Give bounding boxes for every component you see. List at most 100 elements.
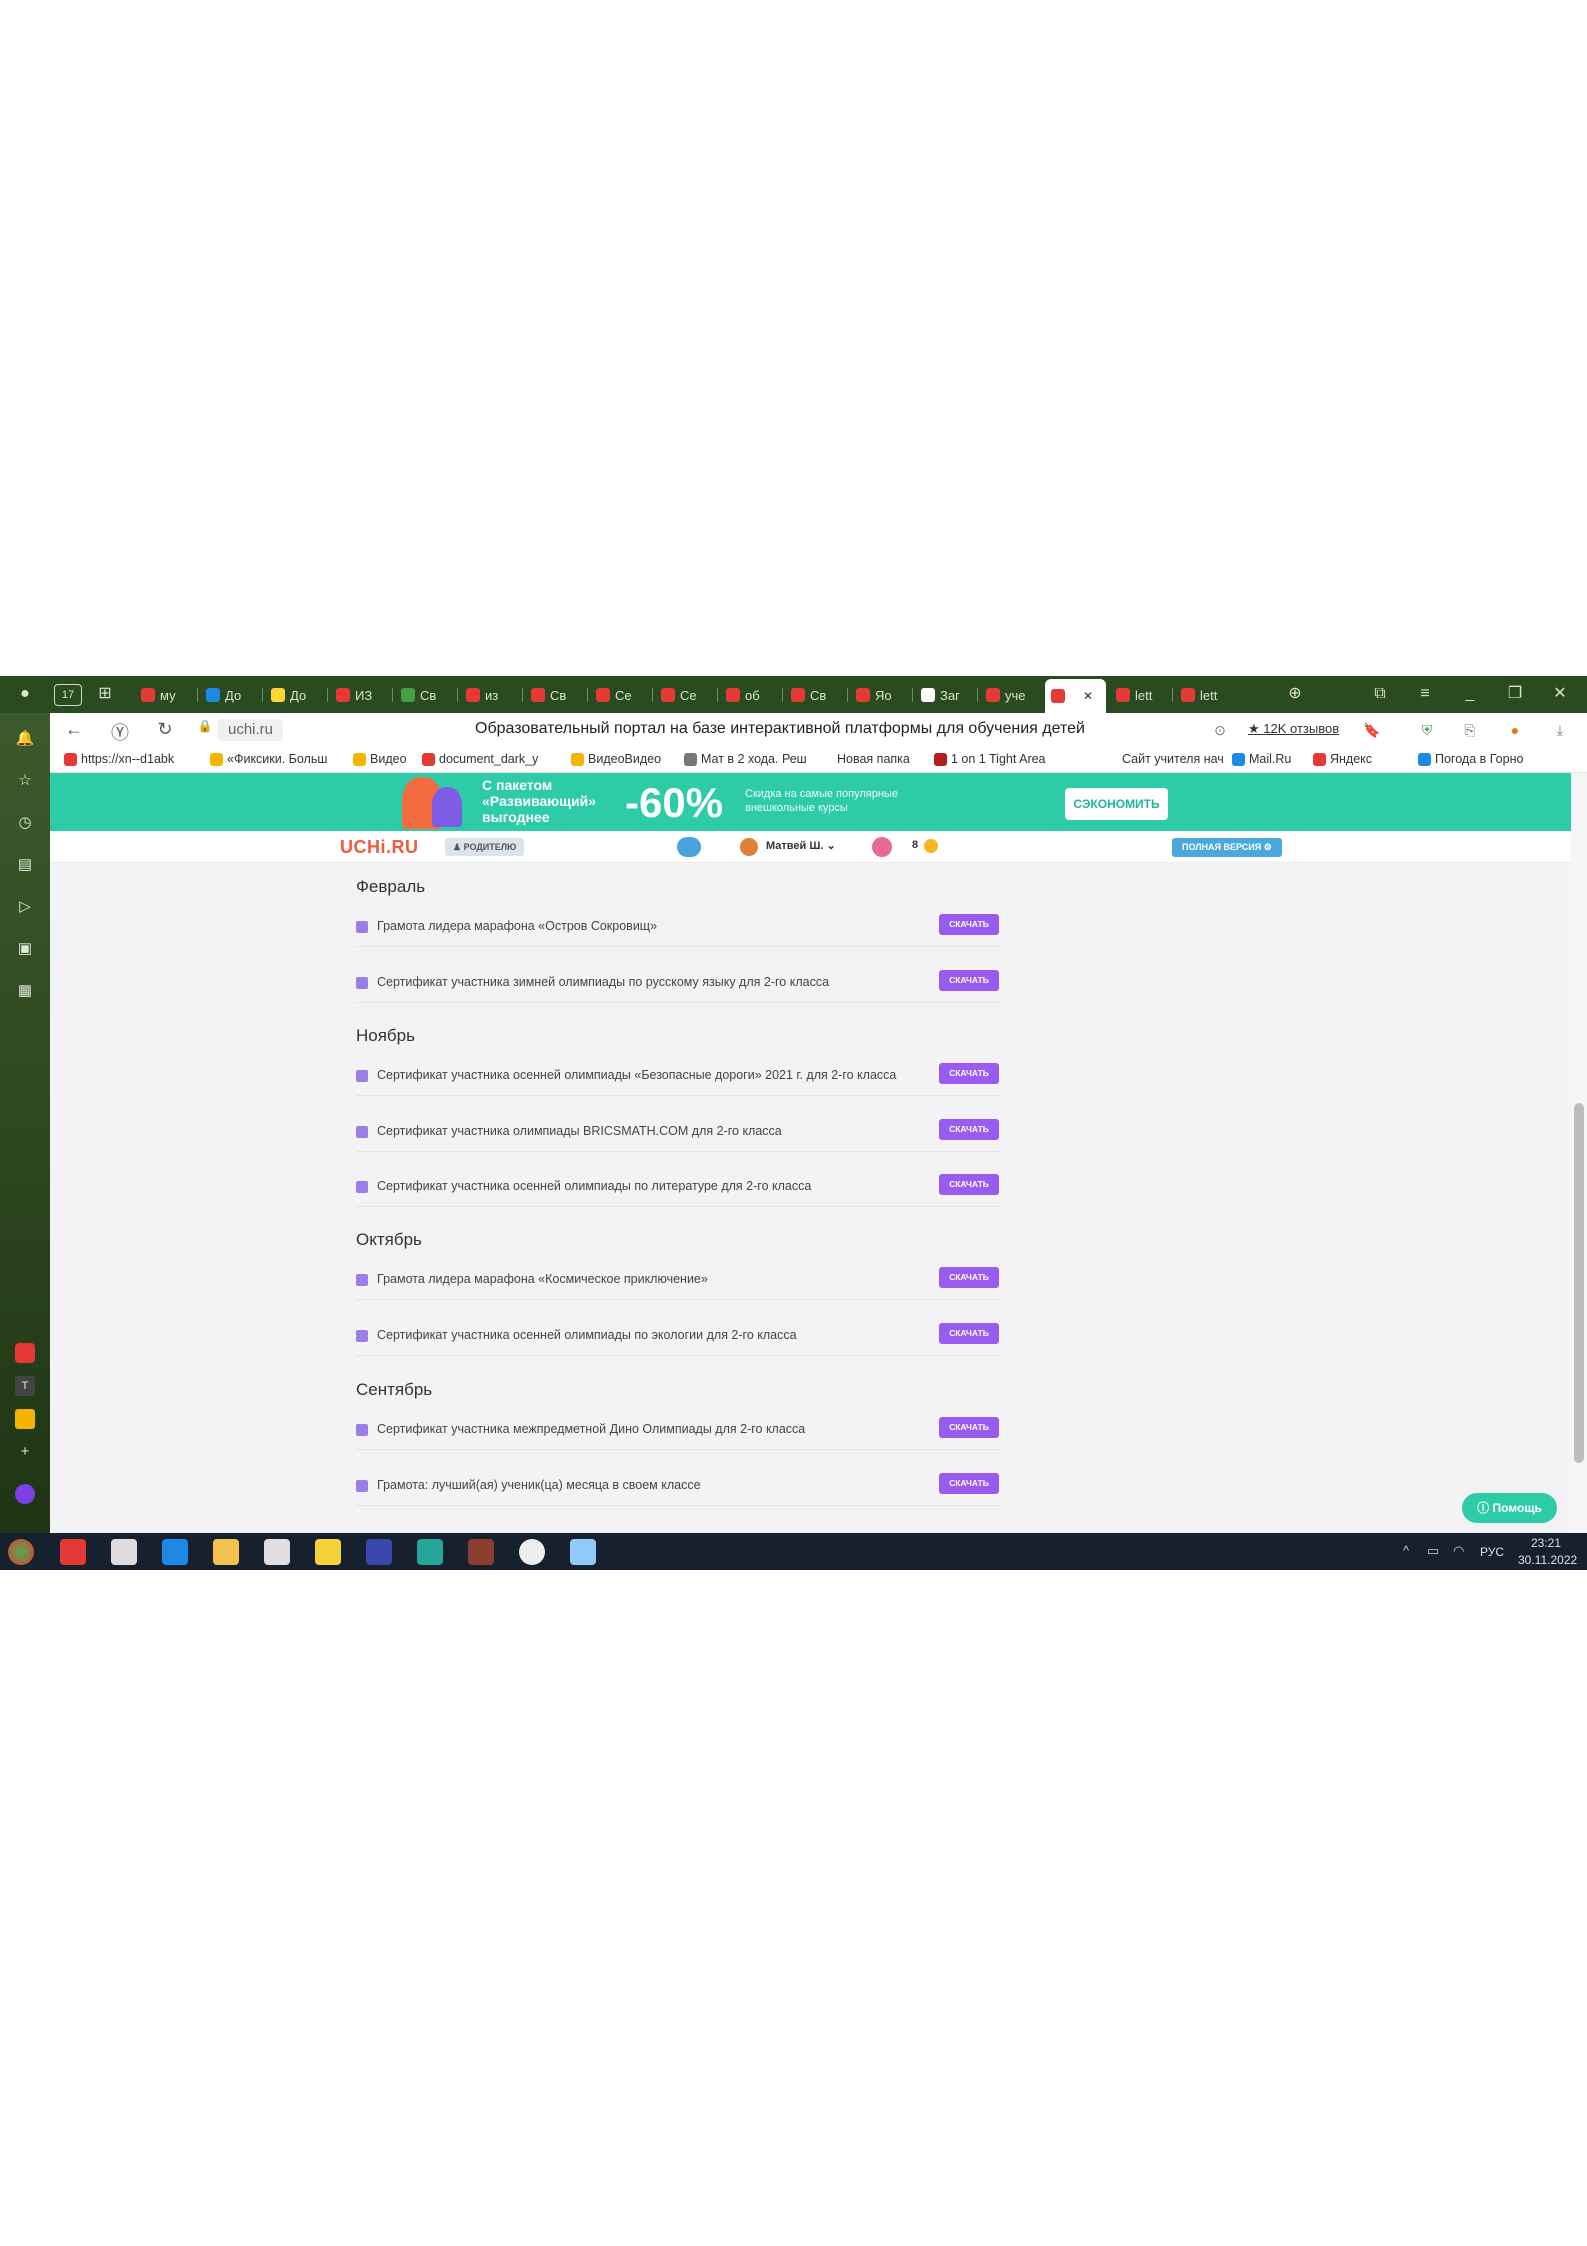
photos-taskbar-icon[interactable] <box>570 1539 596 1565</box>
browser-tab[interactable]: об <box>720 681 781 709</box>
bookmark-item[interactable]: 1 on 1 Tight Area <box>934 752 1046 766</box>
notes-app-icon[interactable] <box>15 1343 35 1363</box>
parent-button[interactable]: ♟ РОДИТЕЛЮ <box>445 838 525 856</box>
browser-tab[interactable]: Св <box>395 681 456 709</box>
new-tab-icon[interactable]: ⊕ <box>1280 681 1310 707</box>
bookmark-item[interactable]: Яндекс <box>1313 752 1372 766</box>
download-button[interactable]: СКАЧАТЬ <box>939 1267 999 1288</box>
new-tab-group-icon[interactable]: ⊞ <box>90 681 120 707</box>
download-icon[interactable]: ⤓ <box>1550 720 1570 740</box>
edge-taskbar-icon[interactable] <box>162 1539 188 1565</box>
restore-icon[interactable]: ❐ <box>1500 681 1530 707</box>
bookmark-item[interactable]: Mail.Ru <box>1232 752 1291 766</box>
menu-icon[interactable]: ≡ <box>1410 681 1440 707</box>
app2-taskbar-icon[interactable] <box>417 1539 443 1565</box>
download-button[interactable]: СКАЧАТЬ <box>939 1118 999 1140</box>
app-taskbar-icon[interactable] <box>315 1539 341 1565</box>
wifi-icon[interactable]: ◠ <box>1453 1543 1464 1559</box>
browser-tab[interactable]: Се <box>590 681 651 709</box>
star-icon[interactable]: ☆ <box>15 771 35 791</box>
browser-tab[interactable]: ИЗ <box>330 681 391 709</box>
profile-icon[interactable]: ● <box>10 681 40 707</box>
bell-icon[interactable]: 🔔 <box>15 729 35 749</box>
word-taskbar-icon[interactable] <box>366 1539 392 1565</box>
browser-tab[interactable]: из <box>460 681 521 709</box>
reader-icon[interactable]: ⊙ <box>1210 720 1230 740</box>
history-icon[interactable]: ◷ <box>15 813 35 833</box>
browser-tab[interactable]: Св <box>525 681 586 709</box>
download-button[interactable]: СКАЧАТЬ <box>939 1174 999 1195</box>
browser-tab[interactable]: уче <box>980 681 1041 709</box>
explorer-taskbar-icon[interactable] <box>213 1539 239 1565</box>
clock-time[interactable]: 23:21 <box>1531 1536 1561 1550</box>
close-tab-icon[interactable]: ✕ <box>1083 689 1093 703</box>
download-button[interactable]: СКАЧАТЬ <box>939 914 999 935</box>
text-app-icon[interactable]: T <box>15 1376 35 1396</box>
bookmark-item[interactable]: Новая папка <box>820 752 910 766</box>
mail-app-icon[interactable] <box>15 1409 35 1429</box>
yandex-taskbar-icon[interactable] <box>60 1539 86 1565</box>
bookmark-item[interactable]: Сайт учителя нач <box>1105 752 1224 766</box>
tray-chevron-icon[interactable]: ^ <box>1403 1543 1409 1558</box>
scrollbar-thumb[interactable] <box>1574 1103 1584 1463</box>
uchi-logo[interactable]: UCHi.RU <box>340 837 419 858</box>
browser-tab[interactable]: lett <box>1175 681 1236 709</box>
browser-tab[interactable]: Яо <box>850 681 911 709</box>
mail-taskbar-icon[interactable] <box>111 1539 137 1565</box>
add-app-icon[interactable]: + <box>15 1442 35 1462</box>
alice-icon[interactable] <box>15 1484 35 1504</box>
full-version-button[interactable]: ПОЛНАЯ ВЕРСИЯ ⚙ <box>1172 838 1282 857</box>
download-button[interactable]: СКАЧАТЬ <box>939 969 999 991</box>
close-window-icon[interactable]: ✕ <box>1545 681 1575 707</box>
bookmark-item[interactable]: Видео <box>353 752 407 766</box>
browser-tab[interactable]: Заг <box>915 681 976 709</box>
calendar-icon[interactable]: ▦ <box>15 981 35 1001</box>
browser-tab[interactable]: Св <box>785 681 846 709</box>
reviews-link[interactable]: ★ 12K отзывов <box>1248 721 1339 737</box>
save-button[interactable]: СЭКОНОМИТЬ <box>1065 788 1168 820</box>
browser-tab[interactable]: lett <box>1110 681 1171 709</box>
download-button[interactable]: СКАЧАТЬ <box>939 1063 999 1084</box>
avatar[interactable] <box>740 838 758 856</box>
minimize-icon[interactable]: _ <box>1455 681 1485 707</box>
tab-counter[interactable]: 17 <box>54 684 82 706</box>
extension-icon[interactable]: ● <box>1505 720 1525 740</box>
clock-date[interactable]: 30.11.2022 <box>1518 1553 1577 1567</box>
back-icon[interactable]: ← <box>62 719 86 740</box>
chat-icon[interactable] <box>677 837 701 857</box>
bookmark-icon[interactable]: 🔖 <box>1362 720 1382 740</box>
language-indicator[interactable]: РУС <box>1480 1545 1504 1559</box>
browser-tab[interactable]: До <box>265 681 326 709</box>
browser-tab[interactable]: му <box>135 681 196 709</box>
winrar-taskbar-icon[interactable] <box>468 1539 494 1565</box>
bookmark-item[interactable]: document_dark_y <box>422 752 538 766</box>
browser-tab[interactable]: ✕ <box>1045 679 1106 713</box>
download-button[interactable]: СКАЧАТЬ <box>939 1417 999 1438</box>
start-icon[interactable] <box>8 1539 34 1565</box>
play-icon[interactable]: ▷ <box>15 897 35 917</box>
promo-banner[interactable]: С пакетом «Развивающий» выгоднее -60% Ск… <box>50 773 1571 831</box>
download-button[interactable]: СКАЧАТЬ <box>939 1322 999 1344</box>
bookmark-item[interactable]: Мат в 2 хода. Реш <box>684 752 807 766</box>
url-field[interactable]: uchi.ru <box>218 719 284 741</box>
bookmark-item[interactable]: Погода в Горно <box>1418 752 1523 766</box>
download-button[interactable]: СКАЧАТЬ <box>939 1472 999 1494</box>
bookmark-item[interactable]: «Фиксики. Больш <box>210 752 327 766</box>
store-taskbar-icon[interactable] <box>264 1539 290 1565</box>
bookmark-item[interactable]: https://xn--d1abk <box>64 752 174 766</box>
help-button[interactable]: ⓘ Помощь <box>1462 1493 1557 1523</box>
yandex-icon[interactable]: Ⓨ <box>108 719 132 745</box>
browser-tab[interactable]: До <box>200 681 261 709</box>
shield-icon[interactable]: ⛨ <box>1417 720 1437 740</box>
reload-icon[interactable]: ↻ <box>153 719 177 740</box>
user-menu[interactable]: Матвей Ш. ⌄ <box>766 839 836 852</box>
battery-icon[interactable]: ▭ <box>1427 1543 1439 1559</box>
notes-icon[interactable]: ▤ <box>15 855 35 875</box>
scrollbar[interactable] <box>1571 773 1587 1533</box>
translate-icon[interactable]: ⎘ <box>1460 720 1480 740</box>
screenshot-icon[interactable]: ▣ <box>15 939 35 959</box>
tab-manager-icon[interactable]: ⧉ <box>1365 681 1395 707</box>
bookmark-item[interactable]: ВидеоВидео <box>571 752 661 766</box>
yandex-browser-taskbar-icon[interactable] <box>519 1539 545 1565</box>
browser-tab[interactable]: Се <box>655 681 716 709</box>
